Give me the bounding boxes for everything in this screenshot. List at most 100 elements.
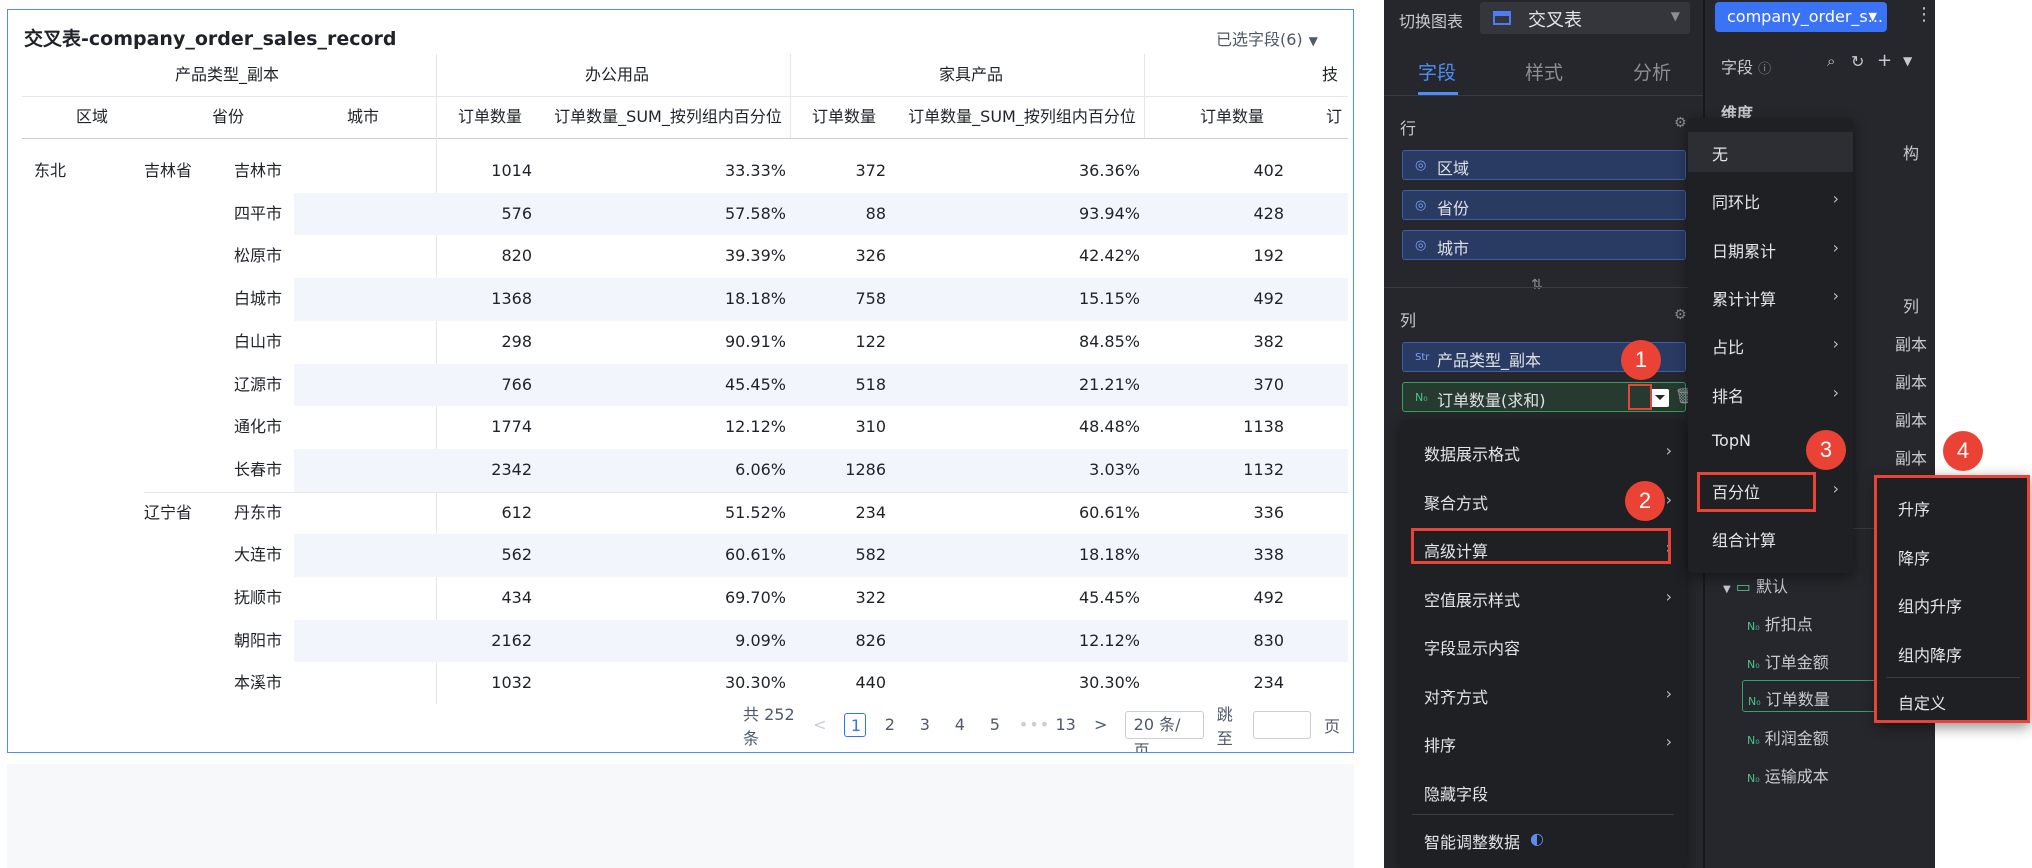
cell-value: 518 — [855, 374, 886, 394]
field-menu-item[interactable]: 空值展示样式 › — [1400, 578, 1686, 618]
location-icon: ◎ — [1415, 158, 1427, 173]
page-button[interactable]: 5 — [984, 713, 1006, 737]
gear-icon[interactable]: ⚙ — [1674, 115, 1687, 131]
advanced-calc-item[interactable]: 日期累计 › — [1688, 229, 1853, 269]
table-row: 朝阳市 2162 9.09% 826 12.12% 830 — [22, 619, 1348, 663]
page-suffix: 页 — [1324, 717, 1341, 736]
prev-page-button[interactable]: < — [809, 713, 831, 737]
field-menu-item[interactable]: 排序 › — [1400, 723, 1686, 763]
field-menu-item[interactable]: 数据展示格式 › — [1400, 432, 1686, 472]
page-background — [1935, 0, 2032, 868]
cell-value: 36.36% — [1078, 161, 1140, 180]
string-icon: Str — [1415, 352, 1430, 363]
location-icon: ◎ — [1415, 238, 1427, 253]
cell-value: 338 — [1253, 545, 1284, 565]
next-page-button[interactable]: > — [1090, 713, 1112, 737]
chevron-down-icon[interactable]: ▼ — [1903, 54, 1912, 68]
advanced-calc-item-label: 同环比 — [1712, 193, 1761, 213]
cell-city: 长春市 — [234, 459, 283, 479]
annotation-box — [1628, 384, 1652, 410]
advanced-calc-item-label: 无 — [1712, 145, 1729, 164]
tab-style[interactable]: 样式 — [1525, 58, 1563, 85]
measure-field-item[interactable]: N₀ 折扣点 — [1747, 611, 1813, 635]
chart-type-select[interactable]: 交叉表 ▼ — [1480, 2, 1690, 34]
cell-value: 322 — [855, 588, 886, 607]
advanced-calc-item[interactable]: 占比 › — [1688, 325, 1853, 365]
page-button[interactable]: 4 — [949, 713, 971, 737]
advanced-calc-item[interactable]: 同环比 › — [1688, 180, 1853, 220]
cell-value: 1014 — [491, 161, 532, 180]
refresh-icon[interactable]: ↻ — [1851, 52, 1864, 71]
row-field-pill[interactable]: ◎ 城市 — [1402, 230, 1686, 260]
field-menu-item-label: 聚合方式 — [1424, 493, 1489, 513]
cell-value: 582 — [855, 545, 886, 565]
measure-field-item[interactable]: N₀ 订单金额 — [1747, 649, 1829, 673]
measure-field-item[interactable]: N₀ 利润金额 — [1747, 725, 1829, 749]
advanced-calc-item[interactable]: 排名 › — [1688, 374, 1853, 414]
page-button[interactable]: 2 — [879, 713, 901, 737]
add-icon[interactable]: + — [1877, 50, 1892, 71]
field-item-partial: 副本 — [1895, 449, 1928, 468]
page-button[interactable]: 13 — [1055, 713, 1077, 737]
cell-value: 402 — [1253, 161, 1284, 180]
field-menu-item[interactable]: 字段显示内容 — [1400, 626, 1686, 666]
advanced-calc-item[interactable]: 组合计算 — [1688, 518, 1853, 558]
advanced-calc-item[interactable]: 累计计算 › — [1688, 277, 1853, 317]
field-menu-item-label: 智能调整数据 — [1424, 833, 1521, 852]
cell-value: 382 — [1253, 331, 1284, 351]
gear-icon[interactable]: ⚙ — [1674, 307, 1687, 323]
cell-region — [34, 534, 154, 577]
field-menu-item[interactable]: 对齐方式 › — [1400, 675, 1686, 715]
folder-item[interactable]: ▼ ▭ 默认 — [1723, 573, 1788, 597]
advanced-calc-item-label: 组合计算 — [1712, 531, 1777, 551]
cell-value: 12.12% — [1078, 630, 1140, 650]
step-badge: 1 — [1621, 340, 1661, 380]
chevron-down-icon: ▼ — [1670, 9, 1680, 23]
page-button[interactable]: 3 — [914, 713, 936, 737]
header-row-fields: 区域 省份 城市 订单数量 订单数量_SUM_按列组内百分位 订单数量 订单数量… — [22, 96, 1348, 138]
tab-analysis[interactable]: 分析 — [1633, 58, 1671, 85]
selected-fields-dropdown[interactable]: 已选字段(6) ▼ — [1216, 26, 1318, 50]
page-size-select[interactable]: 20 条/页 ⌄ — [1124, 711, 1204, 752]
step-badge: 2 — [1625, 481, 1665, 521]
cell-value: 428 — [1253, 203, 1284, 223]
page-button[interactable]: 1 — [843, 713, 866, 737]
more-vertical-icon[interactable]: ⋮ — [1915, 4, 1933, 25]
chevron-down-icon: ▼ — [1308, 34, 1318, 48]
cell-region — [34, 193, 154, 236]
cell-value: 69.70% — [724, 588, 786, 607]
step-badge: 4 — [1943, 431, 1983, 471]
cell-value: 30.30% — [1078, 673, 1140, 693]
cell-value: 45.45% — [724, 374, 786, 394]
measure-field-item[interactable]: N₀ 运输成本 — [1747, 763, 1829, 787]
divider — [1384, 287, 1704, 288]
row-field-pill[interactable]: ◎ 省份 — [1402, 190, 1686, 220]
field-item-partial: 副本 — [1895, 335, 1928, 354]
field-menu-item[interactable]: 隐藏字段 — [1400, 772, 1686, 812]
columns-section-title: 列 — [1400, 311, 1417, 330]
field-menu-item[interactable]: 智能调整数据 ◐ — [1400, 820, 1686, 860]
advanced-calc-item[interactable]: 无 — [1688, 132, 1853, 172]
header-measure: 订单数量_SUM_按列组内百分位 — [554, 107, 782, 126]
cell-value: 88 — [865, 203, 886, 223]
cell-value: 21.21% — [1078, 374, 1140, 394]
tab-fields[interactable]: 字段 — [1418, 58, 1456, 85]
swap-rows-cols-icon[interactable]: ⇅ — [1531, 277, 1543, 293]
header-divider — [22, 96, 1348, 97]
column-divider — [790, 54, 791, 138]
group-divider — [144, 491, 1348, 493]
chart-switch-label: 切换图表 — [1399, 12, 1464, 31]
header-dim-province: 省份 — [211, 107, 244, 126]
search-icon[interactable]: ⌕ — [1827, 52, 1835, 70]
jump-page-input[interactable] — [1253, 711, 1311, 739]
field-menu-caret-button[interactable] — [1651, 389, 1669, 407]
page-ellipsis[interactable]: ••• — [1019, 713, 1049, 737]
table-row: 白山市 298 90.91% 122 84.85% 382 — [22, 321, 1348, 364]
number-icon: N₀ — [1747, 772, 1760, 785]
cell-city: 丹东市 — [234, 502, 283, 522]
cell-value: 84.85% — [1078, 331, 1140, 351]
dataset-select[interactable]: company_order_s... ▼ — [1715, 2, 1887, 32]
table-row: 白城市 1368 18.18% 758 15.15% 492 — [22, 278, 1348, 321]
crosstab-card: 交叉表-company_order_sales_record 已选字段(6) ▼ … — [7, 9, 1354, 753]
row-field-pill[interactable]: ◎ 区域 — [1402, 150, 1686, 180]
